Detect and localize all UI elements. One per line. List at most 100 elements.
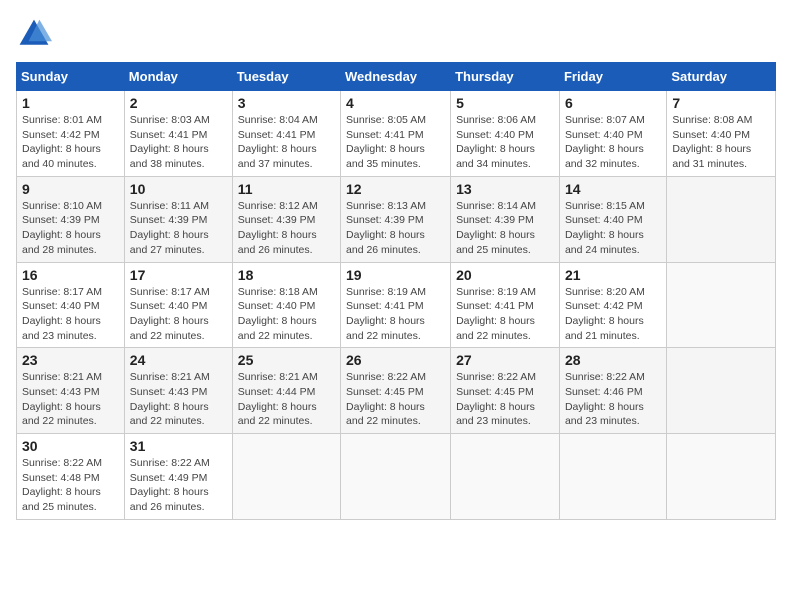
day-number: 26 [346,352,445,368]
col-header-friday: Friday [559,63,666,91]
calendar-day-cell: 25 Sunrise: 8:21 AMSunset: 4:44 PMDaylig… [232,348,340,434]
calendar-day-cell: 17 Sunrise: 8:17 AMSunset: 4:40 PMDaylig… [124,262,232,348]
calendar-week-row: 23 Sunrise: 8:21 AMSunset: 4:43 PMDaylig… [17,348,776,434]
calendar-day-cell: 12 Sunrise: 8:13 AMSunset: 4:39 PMDaylig… [341,176,451,262]
day-info: Sunrise: 8:01 AMSunset: 4:42 PMDaylight:… [22,114,102,170]
day-number: 18 [238,267,335,283]
calendar-day-cell: 10 Sunrise: 8:11 AMSunset: 4:39 PMDaylig… [124,176,232,262]
day-info: Sunrise: 8:04 AMSunset: 4:41 PMDaylight:… [238,114,318,170]
col-header-monday: Monday [124,63,232,91]
day-info: Sunrise: 8:17 AMSunset: 4:40 PMDaylight:… [22,286,102,342]
day-number: 10 [130,181,227,197]
calendar-day-cell: 4 Sunrise: 8:05 AMSunset: 4:41 PMDayligh… [341,91,451,177]
page-header [16,16,776,52]
day-info: Sunrise: 8:12 AMSunset: 4:39 PMDaylight:… [238,200,318,256]
calendar-day-cell: 23 Sunrise: 8:21 AMSunset: 4:43 PMDaylig… [17,348,125,434]
logo-icon [16,16,52,52]
day-number: 7 [672,95,770,111]
calendar-week-row: 30 Sunrise: 8:22 AMSunset: 4:48 PMDaylig… [17,434,776,520]
calendar-day-cell: 28 Sunrise: 8:22 AMSunset: 4:46 PMDaylig… [559,348,666,434]
day-info: Sunrise: 8:20 AMSunset: 4:42 PMDaylight:… [565,286,645,342]
day-number: 23 [22,352,119,368]
empty-cell [667,176,776,262]
calendar-day-cell: 3 Sunrise: 8:04 AMSunset: 4:41 PMDayligh… [232,91,340,177]
calendar-week-row: 16 Sunrise: 8:17 AMSunset: 4:40 PMDaylig… [17,262,776,348]
day-info: Sunrise: 8:14 AMSunset: 4:39 PMDaylight:… [456,200,536,256]
day-info: Sunrise: 8:21 AMSunset: 4:43 PMDaylight:… [22,371,102,427]
day-number: 25 [238,352,335,368]
day-number: 28 [565,352,661,368]
day-info: Sunrise: 8:07 AMSunset: 4:40 PMDaylight:… [565,114,645,170]
calendar-table: SundayMondayTuesdayWednesdayThursdayFrid… [16,62,776,520]
calendar-day-cell: 24 Sunrise: 8:21 AMSunset: 4:43 PMDaylig… [124,348,232,434]
day-number: 2 [130,95,227,111]
col-header-saturday: Saturday [667,63,776,91]
calendar-day-cell: 18 Sunrise: 8:18 AMSunset: 4:40 PMDaylig… [232,262,340,348]
calendar-day-cell: 6 Sunrise: 8:07 AMSunset: 4:40 PMDayligh… [559,91,666,177]
calendar-day-cell: 5 Sunrise: 8:06 AMSunset: 4:40 PMDayligh… [451,91,560,177]
logo [16,16,56,52]
empty-cell [559,434,666,520]
col-header-tuesday: Tuesday [232,63,340,91]
calendar-day-cell: 21 Sunrise: 8:20 AMSunset: 4:42 PMDaylig… [559,262,666,348]
calendar-header-row: SundayMondayTuesdayWednesdayThursdayFrid… [17,63,776,91]
day-number: 21 [565,267,661,283]
day-info: Sunrise: 8:15 AMSunset: 4:40 PMDaylight:… [565,200,645,256]
empty-cell [451,434,560,520]
empty-cell [341,434,451,520]
day-number: 11 [238,181,335,197]
day-number: 12 [346,181,445,197]
calendar-day-cell: 9 Sunrise: 8:10 AMSunset: 4:39 PMDayligh… [17,176,125,262]
calendar-week-row: 9 Sunrise: 8:10 AMSunset: 4:39 PMDayligh… [17,176,776,262]
day-number: 14 [565,181,661,197]
day-info: Sunrise: 8:06 AMSunset: 4:40 PMDaylight:… [456,114,536,170]
day-number: 27 [456,352,554,368]
empty-cell [667,262,776,348]
day-number: 20 [456,267,554,283]
day-number: 31 [130,438,227,454]
calendar-day-cell: 20 Sunrise: 8:19 AMSunset: 4:41 PMDaylig… [451,262,560,348]
calendar-day-cell: 14 Sunrise: 8:15 AMSunset: 4:40 PMDaylig… [559,176,666,262]
empty-cell [232,434,340,520]
col-header-sunday: Sunday [17,63,125,91]
day-number: 30 [22,438,119,454]
day-info: Sunrise: 8:22 AMSunset: 4:45 PMDaylight:… [456,371,536,427]
day-number: 9 [22,181,119,197]
day-info: Sunrise: 8:03 AMSunset: 4:41 PMDaylight:… [130,114,210,170]
day-number: 24 [130,352,227,368]
calendar-day-cell: 16 Sunrise: 8:17 AMSunset: 4:40 PMDaylig… [17,262,125,348]
day-info: Sunrise: 8:17 AMSunset: 4:40 PMDaylight:… [130,286,210,342]
day-number: 17 [130,267,227,283]
calendar-day-cell: 19 Sunrise: 8:19 AMSunset: 4:41 PMDaylig… [341,262,451,348]
calendar-day-cell: 30 Sunrise: 8:22 AMSunset: 4:48 PMDaylig… [17,434,125,520]
day-number: 5 [456,95,554,111]
day-info: Sunrise: 8:18 AMSunset: 4:40 PMDaylight:… [238,286,318,342]
day-info: Sunrise: 8:22 AMSunset: 4:46 PMDaylight:… [565,371,645,427]
calendar-week-row: 1 Sunrise: 8:01 AMSunset: 4:42 PMDayligh… [17,91,776,177]
day-info: Sunrise: 8:22 AMSunset: 4:45 PMDaylight:… [346,371,426,427]
calendar-day-cell: 11 Sunrise: 8:12 AMSunset: 4:39 PMDaylig… [232,176,340,262]
calendar-day-cell: 13 Sunrise: 8:14 AMSunset: 4:39 PMDaylig… [451,176,560,262]
day-info: Sunrise: 8:19 AMSunset: 4:41 PMDaylight:… [346,286,426,342]
calendar-day-cell: 1 Sunrise: 8:01 AMSunset: 4:42 PMDayligh… [17,91,125,177]
day-number: 3 [238,95,335,111]
calendar-day-cell: 26 Sunrise: 8:22 AMSunset: 4:45 PMDaylig… [341,348,451,434]
calendar-day-cell: 27 Sunrise: 8:22 AMSunset: 4:45 PMDaylig… [451,348,560,434]
day-info: Sunrise: 8:19 AMSunset: 4:41 PMDaylight:… [456,286,536,342]
day-info: Sunrise: 8:21 AMSunset: 4:44 PMDaylight:… [238,371,318,427]
day-info: Sunrise: 8:22 AMSunset: 4:49 PMDaylight:… [130,457,210,513]
day-info: Sunrise: 8:08 AMSunset: 4:40 PMDaylight:… [672,114,752,170]
day-info: Sunrise: 8:11 AMSunset: 4:39 PMDaylight:… [130,200,209,256]
day-number: 4 [346,95,445,111]
day-number: 6 [565,95,661,111]
empty-cell [667,434,776,520]
day-number: 16 [22,267,119,283]
col-header-thursday: Thursday [451,63,560,91]
day-number: 19 [346,267,445,283]
calendar-day-cell: 2 Sunrise: 8:03 AMSunset: 4:41 PMDayligh… [124,91,232,177]
day-info: Sunrise: 8:13 AMSunset: 4:39 PMDaylight:… [346,200,426,256]
day-number: 13 [456,181,554,197]
col-header-wednesday: Wednesday [341,63,451,91]
day-info: Sunrise: 8:10 AMSunset: 4:39 PMDaylight:… [22,200,102,256]
day-info: Sunrise: 8:21 AMSunset: 4:43 PMDaylight:… [130,371,210,427]
